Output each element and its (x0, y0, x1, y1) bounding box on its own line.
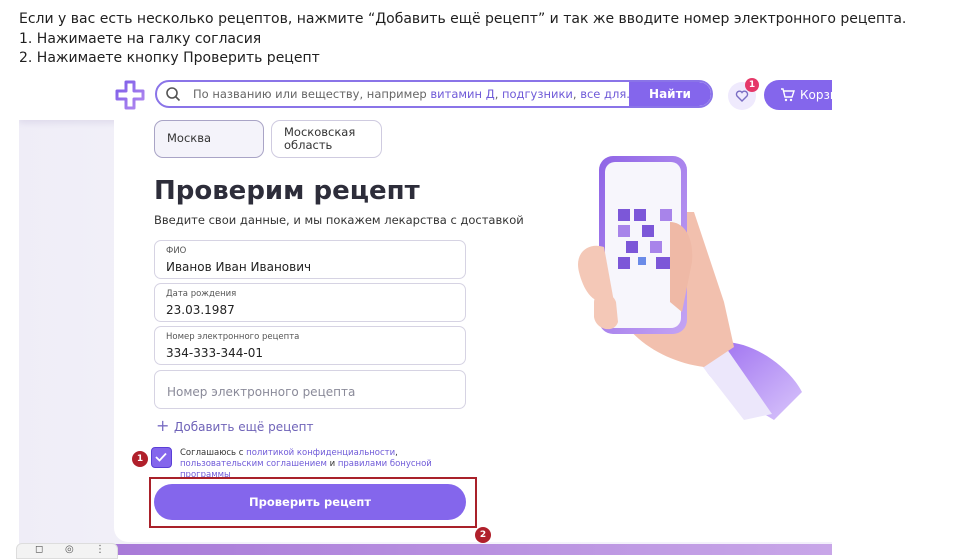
add-prescription-link[interactable]: + Добавить ещё рецепт (156, 416, 314, 435)
pharmacy-logo-icon[interactable] (115, 80, 145, 110)
search-example-vitamin: витамин Д (430, 87, 495, 101)
consent-text-part: Соглашаюсь с (180, 448, 244, 458)
search-example-diapers: подгузники (502, 87, 573, 101)
city-option-moscow-region[interactable]: Московская область (271, 120, 382, 158)
consent-checkbox[interactable] (151, 447, 172, 468)
search-separator: , (572, 87, 577, 101)
full-name-field[interactable]: ФИО Иванов Иван Иванович (154, 240, 466, 279)
birth-date-field[interactable]: Дата рождения 23.03.1987 (154, 283, 466, 322)
search-button[interactable]: Найти (629, 82, 711, 106)
city-option-moscow[interactable]: Москва (154, 120, 264, 158)
consent-text-part: и (329, 459, 336, 469)
page-title: Проверим рецепт (154, 176, 420, 206)
search-icon (166, 87, 181, 102)
cart-button[interactable]: Корзи (764, 80, 832, 110)
field-value: 334-333-344-01 (166, 346, 263, 360)
search-placeholder-prefix: По названию или веществу, например (193, 87, 427, 101)
field-label: Номер электронного рецепта (166, 332, 300, 342)
privacy-policy-link[interactable]: политикой конфиденциальности (246, 448, 395, 458)
search-placeholder[interactable]: По названию или веществу, например витам… (193, 87, 637, 101)
instruction-line-intro: Если у вас есть несколько рецептов, нажм… (19, 11, 907, 27)
annotation-marker-1: 1 (132, 451, 148, 467)
check-prescription-button[interactable]: Проверить рецепт (154, 484, 466, 520)
checkmark-icon (155, 452, 167, 462)
prescription-number-field-empty[interactable]: Номер электронного рецепта (154, 370, 466, 409)
add-prescription-label: Добавить ещё рецепт (174, 420, 314, 434)
field-label: Дата рождения (166, 289, 237, 299)
heart-icon (735, 90, 749, 102)
toolbar-circle-icon[interactable]: ◎ (65, 544, 74, 555)
cart-icon (781, 88, 795, 102)
cart-label: Корзи (800, 88, 832, 102)
screenshot-frame: По названию или веществу, например витам… (19, 70, 832, 555)
consent-text-part: , (395, 448, 398, 458)
site-header: По названию или веществу, например витам… (19, 70, 832, 120)
floating-toolbar[interactable]: ◻ ◎ ⋮ (16, 543, 118, 559)
instruction-line-step-2: 2. Нажимаете кнопку Проверить рецепт (19, 50, 320, 66)
field-value: Иванов Иван Иванович (166, 260, 312, 274)
toolbar-more-icon[interactable]: ⋮ (95, 544, 105, 555)
field-value: 23.03.1987 (166, 303, 235, 317)
instruction-line-step-1: 1. Нажимаете на галку согласия (19, 30, 262, 47)
field-label: ФИО (166, 246, 187, 256)
toolbar-square-icon[interactable]: ◻ (35, 544, 43, 555)
user-agreement-link[interactable]: пользовательским соглашением (180, 459, 327, 469)
plus-icon: + (156, 416, 170, 435)
search-bar[interactable]: По названию или веществу, например витам… (155, 80, 713, 108)
favorites-count-badge: 1 (745, 78, 759, 92)
search-separator: , (494, 87, 499, 101)
field-placeholder: Номер электронного рецепта (167, 385, 356, 399)
prescription-number-field[interactable]: Номер электронного рецепта 334-333-344-0… (154, 326, 466, 365)
instructions-text: Если у вас есть несколько рецептов, нажм… (19, 10, 906, 69)
hand-phone-illustration (578, 156, 802, 420)
page-bottom-strip (114, 544, 832, 555)
annotation-marker-2: 2 (475, 527, 491, 543)
page-subtitle: Введите свои данные, и мы покажем лекарс… (154, 213, 524, 227)
favorites-button[interactable]: 1 (728, 78, 759, 110)
